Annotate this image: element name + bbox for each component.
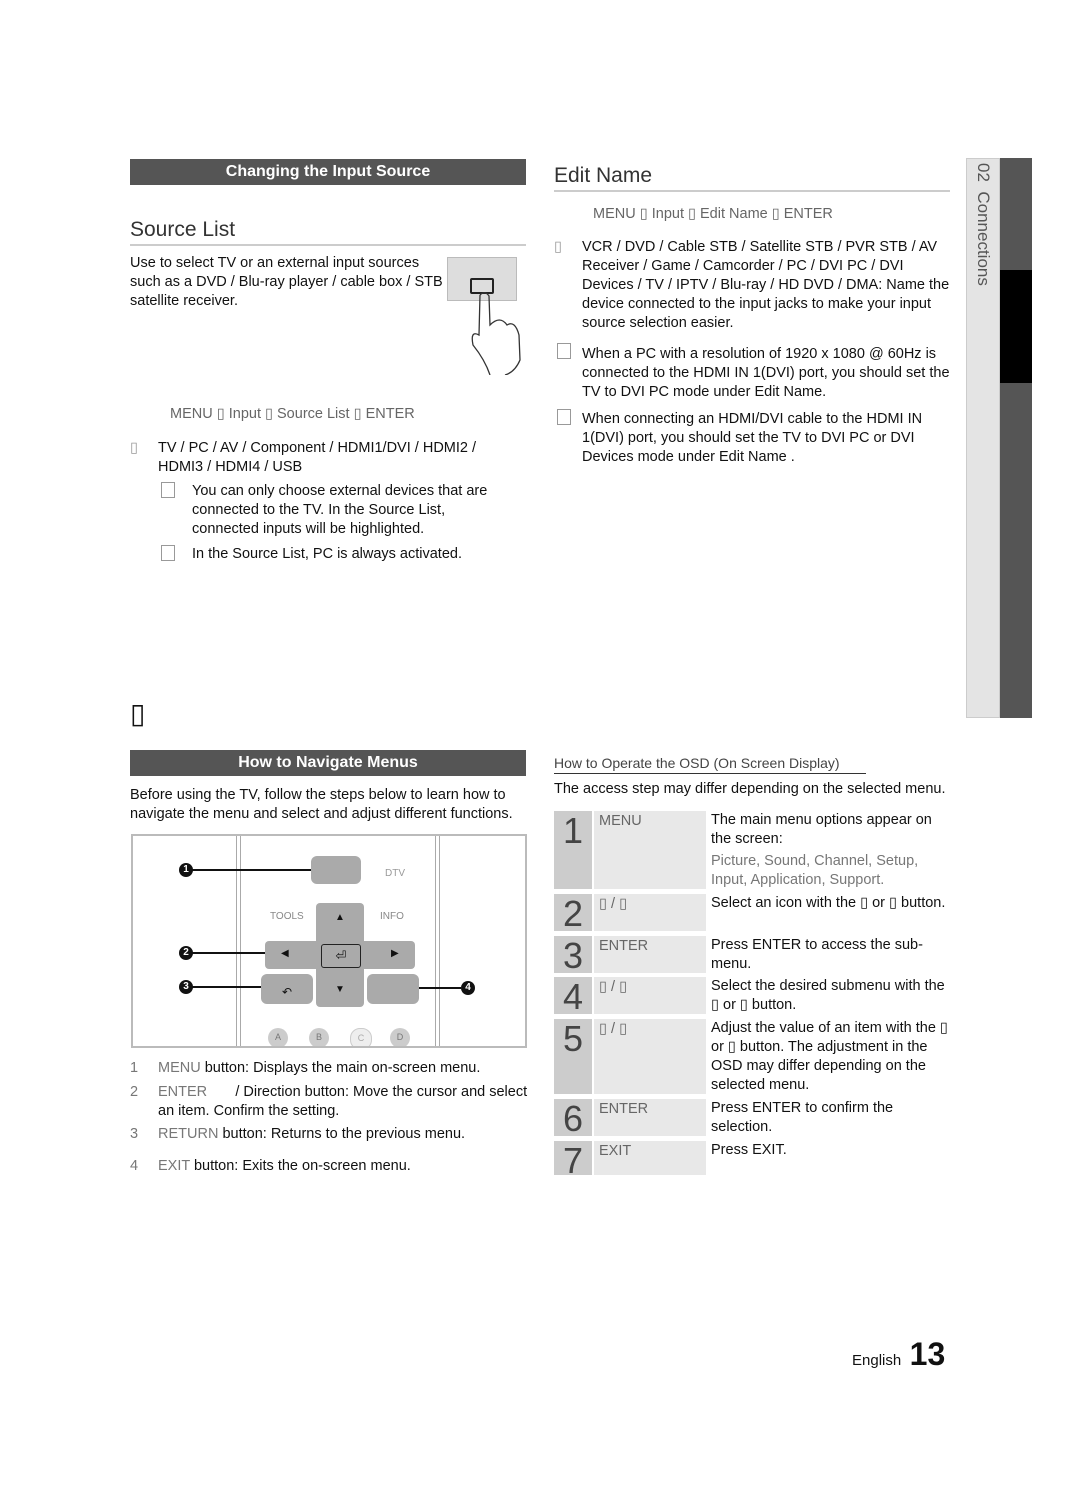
down-arrow-icon[interactable]: ▼	[335, 984, 345, 995]
up-arrow-icon[interactable]: ▲	[335, 912, 345, 923]
chapter-tab: 02 Connections	[966, 158, 1000, 718]
page-footer: English 13	[852, 1336, 945, 1373]
source-intro: Use to select TV or an external input so…	[130, 255, 443, 309]
osd-intro: The access step may differ depending on …	[554, 781, 946, 797]
note-icon	[161, 545, 175, 561]
left-arrow-icon[interactable]: ◀	[281, 948, 289, 959]
d-button[interactable]: D	[390, 1028, 410, 1046]
edit-items: VCR / DVD / Cable STB / Satellite STB / …	[582, 239, 950, 331]
edit-menu-path: MENU ▯ Input ▯ Edit Name ▯ ENTER	[593, 206, 833, 222]
bullet-icon: ▯	[130, 440, 138, 456]
chapter-strip	[1000, 158, 1032, 718]
section-bar-input-source: Changing the Input Source	[130, 159, 526, 185]
right-arrow-icon[interactable]: ▶	[391, 948, 399, 959]
tools-label: TOOLS	[270, 911, 304, 922]
section-mark: ▯	[130, 698, 146, 729]
osd-step-7: 7 EXIT Press EXIT.	[554, 1141, 950, 1181]
osd-step-6: 6 ENTER Press ENTER to confirm the selecti…	[554, 1099, 950, 1139]
page-number: 13	[909, 1336, 946, 1372]
osd-step-5: 5 ▯ / ▯ Adjust the value of an item with t…	[554, 1019, 950, 1094]
info-label: INFO	[380, 911, 404, 922]
menu-button[interactable]	[311, 856, 361, 884]
osd-step-4: 4 ▯ / ▯ Select the desired submenu with th…	[554, 977, 950, 1017]
enter-button[interactable]: ⏎	[321, 944, 361, 968]
bullet-icon: ▯	[554, 239, 562, 255]
remote-illustration: DTV TOOLS INFO ⏎ ▲ ▼ ◀ ▶ ↶ A B C D 1 2 3…	[131, 834, 527, 1048]
source-list-heading: Source List	[130, 218, 526, 246]
return-button[interactable]: ↶	[261, 974, 313, 1004]
b-button[interactable]: B	[309, 1028, 329, 1046]
chapter-strip-active	[1000, 270, 1032, 383]
edit-name-heading: Edit Name	[554, 164, 950, 192]
a-button[interactable]: A	[268, 1028, 288, 1046]
exit-button[interactable]	[367, 974, 419, 1004]
osd-step-3: 3 ENTER Press ENTER to access the sub-menu…	[554, 936, 950, 976]
source-note-1: You can only choose external devices tha…	[192, 483, 488, 537]
source-note-2: In the Source List, PC is always activat…	[192, 546, 462, 562]
osd-step-2: 2 ▯ / ▯ Select an icon with the ▯ or ▯ but…	[554, 894, 950, 934]
footer-language: English	[852, 1352, 902, 1369]
callout-4: 4	[461, 981, 475, 995]
nav-intro: Before using the TV, follow the steps be…	[130, 787, 513, 822]
note-icon	[557, 343, 571, 359]
note-icon	[161, 482, 175, 498]
remote-legend: 1 MENU button: Displays the main on-scree…	[130, 1059, 530, 1181]
dtv-label: DTV	[385, 868, 405, 879]
chapter-label: 02 Connections	[974, 163, 993, 286]
legend-item: 4 EXIT button: Exits the on-screen menu.	[130, 1158, 411, 1174]
legend-item: 1 MENU button: Displays the main on-scree…	[130, 1060, 481, 1076]
osd-heading: How to Operate the OSD (On Screen Displa…	[554, 755, 866, 774]
legend-item: 3 RETURN button: Returns to the previous …	[130, 1126, 466, 1142]
edit-note-2: When connecting an HDMI/DVI cable to the…	[582, 411, 923, 465]
note-icon	[557, 409, 571, 425]
manual-page: Changing the Input Source Source List Us…	[0, 0, 1080, 1494]
legend-item: 2 ENTER / Direction button: Move the curs…	[130, 1084, 532, 1119]
source-items: TV / PC / AV / Component / HDMI1/DVI / H…	[158, 440, 477, 475]
osd-step-1: 1 MENU The main menu options appear on the…	[554, 811, 950, 889]
source-menu-path: MENU ▯ Input ▯ Source List ▯ ENTER	[170, 406, 415, 422]
c-button[interactable]: C	[350, 1028, 372, 1046]
hand-pointer-icon	[471, 292, 521, 375]
section-bar-navigate: How to Navigate Menus	[130, 750, 526, 776]
edit-note-1: When a PC with a resolution of 1920 x 10…	[582, 346, 950, 400]
